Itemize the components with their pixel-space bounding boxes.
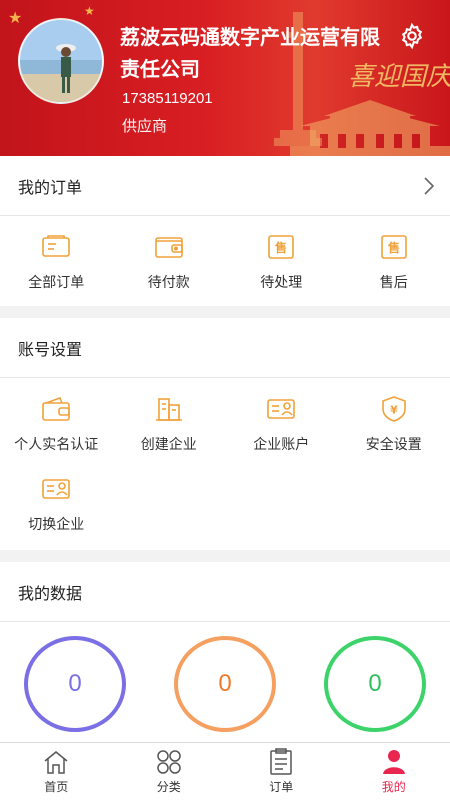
after-sale-icon: 售: [380, 235, 407, 259]
tab-category-label: 分类: [156, 780, 181, 794]
category-icon: [157, 750, 181, 774]
id-card-icon: [42, 479, 71, 499]
stat-value: 0: [68, 670, 82, 697]
building-icon: [155, 398, 182, 421]
switch-enterprise-label: 切换企业: [28, 516, 85, 532]
stat-value: 0: [218, 670, 232, 697]
shield-yen-icon: ¥: [381, 396, 406, 422]
user-icon: [382, 750, 405, 774]
order-all-button[interactable]: 全部订单: [0, 216, 113, 296]
svg-text:售: 售: [388, 240, 400, 255]
order-aftersale-button[interactable]: 售 售后: [338, 216, 450, 296]
account-section: 账号设置 个人实名认证 创建企业 企业账户 ¥ 安全设置 切换企业: [0, 318, 450, 550]
tab-mine[interactable]: 我的: [338, 743, 450, 800]
tab-category[interactable]: 分类: [113, 743, 226, 800]
orders-header[interactable]: 我的订单: [0, 156, 450, 216]
orders-grid: 全部订单 待付款 售 待处理 售 售后: [0, 216, 450, 296]
wallet-icon: [154, 237, 183, 258]
order-unpaid-button[interactable]: 待付款: [113, 216, 226, 296]
realname-auth-label: 个人实名认证: [14, 436, 99, 452]
stat-value: 0: [368, 670, 382, 697]
tab-mine-label: 我的: [381, 780, 406, 794]
avatar[interactable]: [18, 18, 104, 104]
chevron-right-icon: [424, 177, 435, 195]
order-pending-label: 待处理: [260, 274, 303, 290]
user-role: 供应商: [122, 118, 168, 135]
phone-number: 17385119201: [122, 90, 213, 107]
enterprise-account-button[interactable]: 企业账户: [225, 378, 338, 458]
stat-circle[interactable]: 0: [24, 636, 126, 732]
profile-header: ★ ★ ★ 喜迎国庆: [0, 0, 450, 156]
svg-text:¥: ¥: [390, 404, 398, 417]
home-icon: [44, 751, 68, 774]
data-title: 我的数据: [18, 585, 83, 603]
account-title: 账号设置: [18, 341, 83, 359]
order-list-icon: [270, 748, 292, 775]
data-section: 我的数据 0 0 0: [0, 562, 450, 752]
orders-section: 我的订单 全部订单 待付款 售 待处理 售 售后: [0, 156, 450, 306]
tab-home-label: 首页: [44, 780, 69, 794]
bottom-tab-bar: 首页 分类 订单 我的: [0, 742, 450, 800]
order-pending-button[interactable]: 售 待处理: [225, 216, 338, 296]
create-enterprise-button[interactable]: 创建企业: [113, 378, 226, 458]
avatar-photo: [20, 20, 102, 102]
stat-circle[interactable]: 0: [324, 636, 426, 732]
stat-circle[interactable]: 0: [174, 636, 276, 732]
svg-text:售: 售: [275, 240, 287, 255]
switch-enterprise-button[interactable]: 切换企业: [0, 458, 113, 538]
order-all-label: 全部订单: [28, 274, 85, 290]
receipt-icon: [42, 235, 71, 257]
tab-orders[interactable]: 订单: [225, 743, 338, 800]
settings-gear-icon[interactable]: [398, 22, 426, 50]
enterprise-account-label: 企业账户: [253, 436, 310, 452]
data-stats: 0 0 0: [0, 622, 450, 752]
data-header: 我的数据: [0, 562, 450, 622]
account-header: 账号设置: [0, 318, 450, 378]
realname-auth-button[interactable]: 个人实名认证: [0, 378, 113, 458]
company-name: 荔波云码通数字产业运营有限责任公司: [120, 27, 380, 81]
profile-screen: ★ ★ ★ 喜迎国庆: [0, 0, 450, 800]
id-card-icon: [267, 399, 296, 419]
security-settings-button[interactable]: ¥ 安全设置: [338, 378, 450, 458]
create-enterprise-label: 创建企业: [140, 436, 197, 452]
tab-home[interactable]: 首页: [0, 743, 113, 800]
star-decoration-icon: ★: [8, 10, 23, 27]
account-grid: 个人实名认证 创建企业 企业账户 ¥ 安全设置 切换企业: [0, 378, 450, 538]
star-decoration-icon: ★: [84, 4, 95, 18]
sale-tag-icon: 售: [268, 235, 295, 259]
security-settings-label: 安全设置: [365, 436, 422, 452]
order-aftersale-label: 售后: [379, 274, 408, 290]
orders-title: 我的订单: [18, 179, 83, 197]
id-wallet-icon: [42, 396, 71, 421]
order-unpaid-label: 待付款: [147, 274, 190, 290]
tab-orders-label: 订单: [269, 780, 294, 794]
